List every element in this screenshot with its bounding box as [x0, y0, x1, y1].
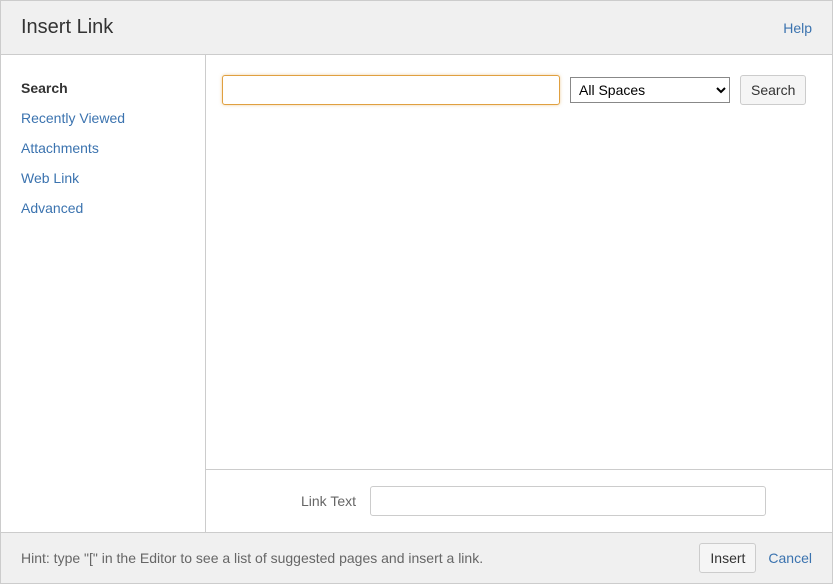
main-panel: All Spaces Search Link Text	[206, 55, 832, 532]
hint-text: Hint: type "[" in the Editor to see a li…	[21, 550, 483, 566]
insert-link-dialog: Insert Link Help Search Recently Viewed …	[0, 0, 833, 584]
sidebar: Search Recently Viewed Attachments Web L…	[1, 55, 206, 532]
sidebar-item-web-link[interactable]: Web Link	[1, 163, 205, 193]
sidebar-item-search[interactable]: Search	[1, 73, 205, 103]
sidebar-item-label: Recently Viewed	[21, 110, 125, 126]
dialog-title: Insert Link	[21, 16, 113, 39]
sidebar-item-label: Web Link	[21, 170, 79, 186]
footer-actions: Insert Cancel	[699, 543, 812, 573]
dialog-body: Search Recently Viewed Attachments Web L…	[1, 55, 832, 532]
space-select[interactable]: All Spaces	[570, 77, 730, 103]
link-text-input[interactable]	[370, 486, 766, 516]
link-text-label: Link Text	[226, 493, 356, 509]
sidebar-item-recently-viewed[interactable]: Recently Viewed	[1, 103, 205, 133]
sidebar-item-label: Attachments	[21, 140, 99, 156]
help-link[interactable]: Help	[783, 20, 812, 36]
results-area	[206, 105, 832, 469]
sidebar-item-label: Search	[21, 80, 68, 96]
sidebar-item-attachments[interactable]: Attachments	[1, 133, 205, 163]
dialog-header: Insert Link Help	[1, 1, 832, 55]
dialog-footer: Hint: type "[" in the Editor to see a li…	[1, 532, 832, 583]
sidebar-item-label: Advanced	[21, 200, 83, 216]
sidebar-item-advanced[interactable]: Advanced	[1, 193, 205, 223]
search-button[interactable]: Search	[740, 75, 806, 105]
cancel-link[interactable]: Cancel	[768, 550, 812, 566]
link-text-row: Link Text	[206, 469, 832, 532]
search-input[interactable]	[222, 75, 560, 105]
insert-button[interactable]: Insert	[699, 543, 756, 573]
search-row: All Spaces Search	[206, 55, 832, 105]
